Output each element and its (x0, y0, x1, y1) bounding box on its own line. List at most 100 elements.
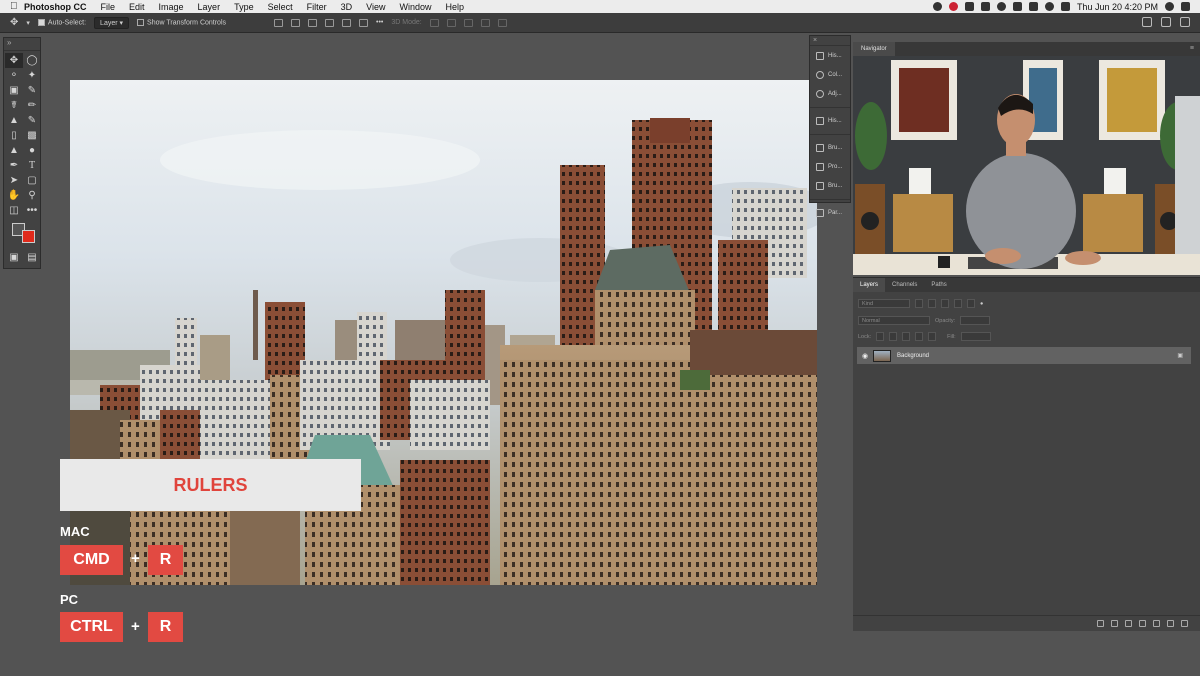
lock-pixels-icon[interactable] (889, 332, 898, 341)
trash-icon[interactable] (1181, 620, 1188, 627)
tab-navigator[interactable]: Navigator (853, 42, 895, 56)
hand-tool-icon[interactable]: ✋ (5, 188, 23, 203)
clock[interactable]: Thu Jun 20 4:20 PM (1077, 2, 1158, 12)
filter-adjustment-icon[interactable] (928, 299, 936, 308)
3d-roll-icon[interactable] (446, 18, 456, 27)
more-tools-icon[interactable]: ••• (23, 203, 41, 218)
panel-brush-settings[interactable]: Bru... (810, 176, 850, 195)
transform-controls-checkbox[interactable]: Show Transform Controls (137, 18, 226, 26)
panel-color[interactable]: Col... (810, 65, 850, 84)
new-layer-icon[interactable] (1167, 620, 1174, 627)
3d-pan-icon[interactable] (463, 18, 473, 27)
record-icon[interactable] (948, 2, 958, 11)
auto-select-dropdown[interactable]: Layer ▾ (94, 16, 130, 29)
lock-all-icon[interactable] (928, 332, 937, 341)
adjustment-layer-icon[interactable] (1139, 620, 1146, 627)
link-layers-icon[interactable] (1097, 620, 1104, 627)
filter-smart-object-icon[interactable] (967, 299, 975, 308)
search-icon[interactable] (1142, 17, 1152, 27)
filter-pixel-icon[interactable] (915, 299, 923, 308)
screen-mode-icon[interactable]: ▤ (23, 250, 41, 265)
workspace-icon[interactable] (1161, 17, 1171, 27)
align-bottom-icon[interactable] (308, 18, 318, 27)
lasso-tool-icon[interactable]: ⚬ (5, 68, 23, 83)
tab-paths[interactable]: Paths (924, 278, 953, 292)
quick-mask-icon[interactable]: ▣ (5, 250, 23, 265)
menu-select[interactable]: Select (268, 2, 293, 12)
crop-tool-icon[interactable]: ▣ (5, 83, 23, 98)
move-tool-icon[interactable]: ✥ (10, 17, 18, 28)
zoom-tool-icon[interactable]: ⚲ (23, 188, 41, 203)
move-tool-icon[interactable]: ✥ (5, 53, 23, 68)
menu-help[interactable]: Help (445, 2, 464, 12)
magic-wand-tool-icon[interactable]: ✦ (23, 68, 41, 83)
align-center-icon[interactable] (342, 18, 352, 27)
menu-window[interactable]: Window (399, 2, 431, 12)
dropbox-icon[interactable] (980, 2, 990, 11)
share-icon[interactable] (1180, 17, 1190, 27)
3d-rotate-icon[interactable] (429, 18, 439, 27)
pen-tool-icon[interactable]: ✒ (5, 158, 23, 173)
menu-app-name[interactable]: Photoshop CC (24, 2, 87, 12)
healing-brush-tool-icon[interactable]: ☤ (5, 98, 23, 113)
clone-stamp-tool-icon[interactable]: ▲ (5, 113, 23, 128)
panel-paragraph[interactable]: Par... (810, 203, 850, 222)
eye-icon[interactable]: ◉ (857, 352, 873, 360)
volume-icon[interactable] (1060, 2, 1070, 11)
lock-position-icon[interactable] (902, 332, 911, 341)
type-tool-icon[interactable]: T (23, 158, 41, 173)
opacity-field[interactable] (960, 316, 991, 325)
background-color-swatch[interactable] (22, 230, 35, 243)
eraser-tool-icon[interactable]: ▯ (5, 128, 23, 143)
3d-slide-icon[interactable] (480, 18, 490, 27)
navigator-menu-icon[interactable]: ≡ (1190, 45, 1194, 52)
fill-field[interactable] (960, 332, 991, 341)
tool-preset-dropdown[interactable]: ▾ (26, 19, 30, 27)
battery-icon[interactable] (1028, 2, 1038, 11)
panel-adjustments[interactable]: Adj... (810, 84, 850, 103)
filter-shape-icon[interactable] (954, 299, 962, 308)
edit-toolbar-icon[interactable]: ◫ (5, 203, 23, 218)
filter-type-icon[interactable] (941, 299, 949, 308)
panel-history[interactable]: His... (810, 46, 850, 65)
blend-mode-dropdown[interactable]: Normal (858, 316, 930, 325)
align-right-icon[interactable] (359, 18, 369, 27)
apple-icon[interactable]:  (10, 1, 24, 12)
spotlight-icon[interactable] (1165, 2, 1174, 11)
menu-edit[interactable]: Edit (129, 2, 145, 12)
align-left-icon[interactable] (325, 18, 335, 27)
brush-tool-icon[interactable]: ✏ (23, 98, 41, 113)
3d-scale-icon[interactable] (497, 18, 507, 27)
align-top-icon[interactable] (274, 18, 284, 27)
tab-channels[interactable]: Channels (885, 278, 924, 292)
dodge-tool-icon[interactable]: ● (23, 143, 41, 158)
eyedropper-tool-icon[interactable]: ✎ (23, 83, 41, 98)
tools-panel-grip[interactable]: » (4, 38, 40, 51)
menu-image[interactable]: Image (159, 2, 184, 12)
path-selection-tool-icon[interactable]: ➤ (5, 173, 23, 188)
menu-type[interactable]: Type (234, 2, 254, 12)
layer-row-background[interactable]: ◉ Background ▣ (857, 347, 1191, 364)
blur-tool-icon[interactable]: ▲ (5, 143, 23, 158)
menu-view[interactable]: View (366, 2, 385, 12)
screen-capture-icon[interactable] (996, 2, 1006, 11)
tab-layers[interactable]: Layers (853, 278, 886, 292)
menu-layer[interactable]: Layer (198, 2, 221, 12)
panel-strip-close-icon[interactable]: × (810, 36, 850, 46)
history-brush-tool-icon[interactable]: ✎ (23, 113, 41, 128)
cast-icon[interactable] (1012, 2, 1022, 11)
align-middle-icon[interactable] (291, 18, 301, 27)
panel-histogram[interactable]: His... (810, 111, 850, 130)
filter-toggle-icon[interactable]: ● (980, 301, 983, 307)
panel-properties[interactable]: Pro... (810, 157, 850, 176)
layer-style-icon[interactable] (1111, 620, 1118, 627)
auto-select-checkbox[interactable]: Auto-Select: (37, 18, 86, 26)
marquee-tool-icon[interactable]: ◯ (23, 53, 41, 68)
lock-transparent-icon[interactable] (876, 332, 885, 341)
lock-artboard-icon[interactable] (915, 332, 924, 341)
group-icon[interactable] (1153, 620, 1160, 627)
layer-mask-icon[interactable] (1125, 620, 1132, 627)
more-options-icon[interactable]: ••• (376, 19, 383, 26)
menu-file[interactable]: File (101, 2, 116, 12)
app-status-icon[interactable] (964, 2, 974, 11)
